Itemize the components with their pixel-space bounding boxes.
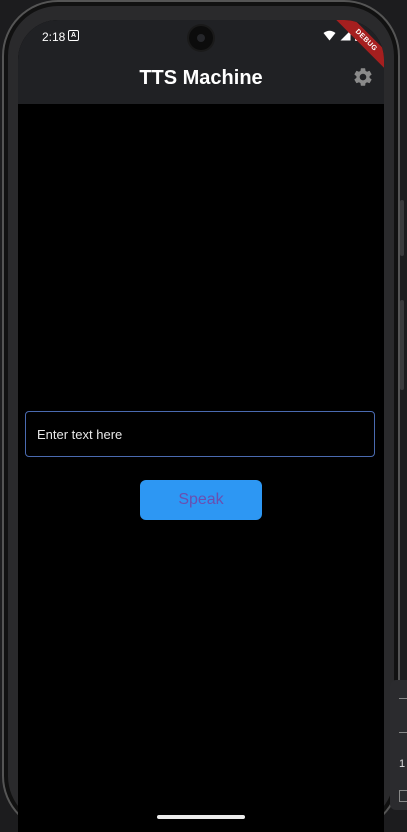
divider (399, 732, 407, 733)
home-indicator[interactable] (157, 815, 245, 819)
front-camera (189, 26, 213, 50)
settings-button[interactable] (352, 66, 374, 88)
notification-icon: A (68, 30, 79, 41)
speak-button[interactable]: Speak (140, 480, 262, 520)
square-icon (399, 790, 407, 802)
divider (399, 698, 407, 699)
side-panel-number: 1 (399, 758, 406, 770)
wifi-icon (323, 30, 336, 40)
status-time: 2:18 (42, 30, 66, 44)
input-placeholder: Enter text here (37, 427, 123, 442)
gear-icon (354, 68, 372, 86)
volume-button (400, 200, 404, 256)
app-title: TTS Machine (139, 67, 263, 89)
phone-screen: 2:18 A TTS Machine DEBUG Enter text here (18, 20, 384, 832)
power-button (400, 300, 404, 390)
app-bar: TTS Machine (18, 54, 384, 104)
side-panel[interactable]: 1 (390, 680, 407, 810)
status-bar: 2:18 A (18, 20, 384, 54)
text-input-field[interactable]: Enter text here (25, 411, 375, 457)
